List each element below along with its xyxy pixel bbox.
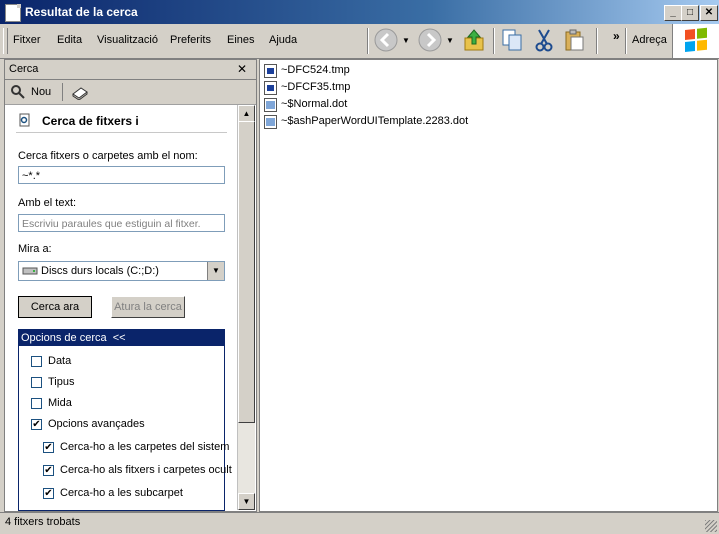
new-search-label: Nou <box>31 86 52 98</box>
dropdown-arrow-icon[interactable]: ▼ <box>207 262 224 280</box>
search-options-icon[interactable] <box>71 84 89 103</box>
menu-edita[interactable]: Edita <box>57 34 82 46</box>
search-pane-header: Cerca ✕ <box>5 60 256 80</box>
file-name: ~$ashPaperWordUITemplate.2283.dot <box>281 115 469 127</box>
search-pane: Cerca ✕ Nou Cerca de fitxers i Cerca fit… <box>4 59 257 512</box>
checkbox-label: Data <box>48 355 72 367</box>
checkbox-label: Cerca-ho a les subcarpet <box>60 487 183 499</box>
search-options-header[interactable]: Opcions de cerca << <box>19 330 224 346</box>
lookin-label: Mira a: <box>18 243 52 255</box>
close-pane-icon[interactable]: ✕ <box>237 62 247 76</box>
tmp-file-icon <box>264 81 277 95</box>
search-form: Cerca de fitxers i Cerca fitxers o carpe… <box>5 105 237 511</box>
tmp-file-icon <box>264 64 277 78</box>
scroll-down-icon[interactable]: ▼ <box>238 493 255 510</box>
search-results-window-icon[interactable] <box>5 4 21 22</box>
stop-search-button[interactable]: Atura la cerca <box>111 296 185 318</box>
toolbar-separator <box>596 28 598 54</box>
file-name: ~DFC524.tmp <box>281 64 350 76</box>
checkbox[interactable] <box>31 377 42 388</box>
up-folder-icon[interactable] <box>462 28 486 52</box>
menu-fitxer[interactable]: Fitxer <box>13 34 41 46</box>
search-options-title: Opcions de cerca << <box>21 332 126 344</box>
checkbox[interactable]: ✔ <box>43 442 54 453</box>
checkbox[interactable] <box>31 398 42 409</box>
window-title: Resultat de la cerca <box>25 5 138 19</box>
minimize-button[interactable]: _ <box>664 5 682 21</box>
copy-to-icon[interactable] <box>500 28 524 52</box>
name-label: Cerca fitxers o carpetes amb el nom: <box>18 150 198 162</box>
file-row[interactable]: ~$ashPaperWordUITemplate.2283.dot <box>260 114 560 130</box>
checkbox-label: Cerca-ho als fitxers i carpetes ocult <box>60 464 232 476</box>
resize-grip-icon[interactable] <box>705 520 717 532</box>
search-options-box: Opcions de cerca << Data Tipus Mida ✔ Opcion… <box>18 329 232 511</box>
hard-drive-icon <box>22 267 38 275</box>
checkbox-label: Cerca-ho a les carpetes del sistem <box>60 441 230 453</box>
maximize-button[interactable]: □ <box>681 5 699 21</box>
file-name: ~DFCF35.tmp <box>281 81 351 93</box>
magnifier-icon <box>11 85 25 99</box>
checkbox-label: Opcions avançades <box>48 418 145 430</box>
menu-preferits[interactable]: Preferits <box>170 34 211 46</box>
file-row[interactable]: ~DFCF35.tmp <box>260 80 560 96</box>
toolbar-separator <box>62 83 63 101</box>
search-pane-title: Cerca <box>9 63 39 75</box>
file-row[interactable]: ~DFC524.tmp <box>260 63 560 79</box>
vertical-scrollbar[interactable]: ▲ ▼ <box>237 105 255 510</box>
title-bar[interactable]: Resultat de la cerca _ □ ✕ <box>0 0 719 24</box>
checkbox[interactable]: ✔ <box>43 465 54 476</box>
forward-dropdown-icon[interactable]: ▼ <box>446 36 454 45</box>
checkbox[interactable]: ✔ <box>31 419 42 430</box>
menu-visualitzacio[interactable]: Visualització <box>97 34 158 46</box>
file-row[interactable]: ~$Normal.dot <box>260 97 560 113</box>
windows-logo <box>672 24 719 58</box>
toolbar-more-chevron[interactable]: » <box>613 29 620 43</box>
heading-divider <box>16 132 227 133</box>
toolbar-grip[interactable] <box>3 28 8 54</box>
forward-icon[interactable] <box>418 28 442 52</box>
cut-icon[interactable] <box>532 28 556 52</box>
status-bar: 4 fitxers trobats <box>0 512 719 534</box>
back-icon[interactable] <box>374 28 398 52</box>
containing-text-input[interactable]: Escriviu paraules que estiguin al fitxer… <box>18 214 225 232</box>
menu-eines[interactable]: Eines <box>227 34 255 46</box>
toolbar-separator <box>367 28 369 54</box>
word-template-icon <box>264 115 277 129</box>
checkbox[interactable]: ✔ <box>43 488 54 499</box>
checkbox-label: Mida <box>48 397 72 409</box>
scrollbar-thumb[interactable] <box>238 121 255 423</box>
scroll-up-icon[interactable]: ▲ <box>238 105 255 122</box>
toolbar-separator <box>493 28 495 54</box>
status-text: 4 fitxers trobats <box>5 516 81 528</box>
search-toolbar: Nou <box>5 80 256 105</box>
lookin-value: Discs durs locals (C:;D:) <box>41 265 159 277</box>
lookin-select[interactable]: Discs durs locals (C:;D:) ▼ <box>18 261 225 281</box>
search-files-icon <box>18 113 32 130</box>
menu-toolbar: Fitxer Edita Visualització Preferits Ein… <box>0 24 719 59</box>
search-heading: Cerca de fitxers i <box>42 114 139 128</box>
search-now-button[interactable]: Cerca ara <box>18 296 92 318</box>
word-template-icon <box>264 98 277 112</box>
file-name: ~$Normal.dot <box>281 98 348 110</box>
paste-icon[interactable] <box>562 28 586 52</box>
toolbar-separator <box>625 28 627 54</box>
checkbox-label: Tipus <box>48 376 75 388</box>
menu-ajuda[interactable]: Ajuda <box>269 34 297 46</box>
address-bar-label[interactable]: Adreça <box>632 34 667 46</box>
back-dropdown-icon[interactable]: ▼ <box>402 36 410 45</box>
file-name-input[interactable]: ~*.* <box>18 166 225 184</box>
text-label: Amb el text: <box>18 197 77 209</box>
close-button[interactable]: ✕ <box>700 5 718 21</box>
search-results-list: ~DFC524.tmp ~DFCF35.tmp ~$Normal.dot ~$ashP… <box>259 59 718 512</box>
checkbox[interactable] <box>31 356 42 367</box>
